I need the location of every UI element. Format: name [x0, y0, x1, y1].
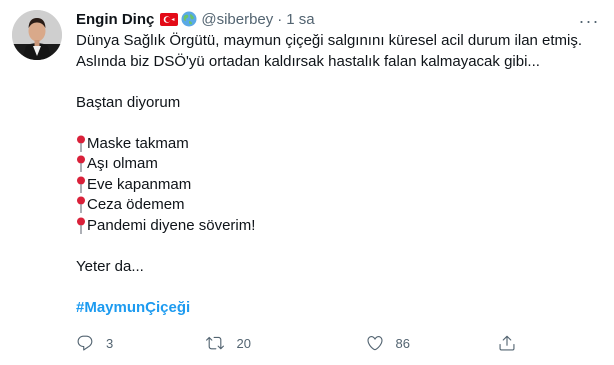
like-count: 86: [395, 335, 410, 351]
like-button[interactable]: 86: [332, 334, 458, 352]
list-item: Aşı olmam: [76, 154, 596, 175]
list-item-text: Eve kapanmam: [87, 175, 192, 193]
separator-dot: ·: [277, 10, 283, 28]
hashtag-link[interactable]: #MaymunÇiçeği: [76, 299, 190, 316]
tweet-text: Dünya Sağlık Örgütü, maymun çiçeği salgı…: [76, 31, 596, 318]
tweet-timestamp[interactable]: 1 sa: [286, 11, 314, 28]
tweet-line-2: Aslında biz DSÖ'yü ortadan kaldırsak has…: [76, 52, 540, 70]
pushpin-icon: [77, 217, 85, 234]
tweet-content: Engin Dinç @siberbey · 1 sa Dünya Sağlık…: [76, 9, 596, 318]
list-item-text: Pandemi diyene söverim!: [87, 216, 256, 234]
pushpin-icon: [77, 155, 85, 173]
list-item: Pandemi diyene söverim!: [76, 216, 596, 237]
heart-icon: [366, 336, 383, 351]
list-item-text: Ceza ödemem: [87, 196, 185, 213]
reply-count: 3: [106, 335, 114, 351]
retweet-button[interactable]: 20: [168, 334, 331, 352]
list-item-text: Maske takmam: [87, 134, 189, 152]
list-item: Eve kapanmam: [76, 175, 596, 196]
list-item-text: Aşı olmam: [87, 155, 158, 172]
globe-icon: [181, 11, 197, 27]
tweet[interactable]: ··· Engin Dinç @siberbey · 1 sa Dünya Sa…: [0, 0, 614, 365]
tweet-header: Engin Dinç @siberbey · 1 sa: [76, 9, 596, 29]
list-item: Maske takmam: [76, 134, 596, 155]
author-name[interactable]: Engin Dinç: [76, 11, 154, 28]
pushpin-icon: [77, 135, 85, 152]
tweet-actions: 3 20 86: [76, 334, 516, 352]
reply-button[interactable]: 3: [76, 334, 168, 352]
retweet-icon: [206, 336, 225, 350]
share-icon: [499, 335, 515, 351]
pushpin-icon: [77, 176, 85, 193]
retweet-count: 20: [236, 335, 251, 351]
share-button[interactable]: [458, 334, 516, 352]
list-item: Ceza ödemem: [76, 195, 596, 216]
turkey-flag-icon: [160, 12, 179, 26]
pushpin-icon: [77, 196, 85, 214]
reply-icon: [77, 335, 93, 351]
tweet-line-1: Dünya Sağlık Örgütü, maymun çiçeği salgı…: [76, 32, 583, 49]
tweet-intro: Baştan diyorum: [76, 93, 181, 111]
author-handle[interactable]: @siberbey: [201, 11, 273, 28]
tweet-outro: Yeter da...: [76, 257, 144, 275]
avatar[interactable]: [12, 10, 62, 60]
